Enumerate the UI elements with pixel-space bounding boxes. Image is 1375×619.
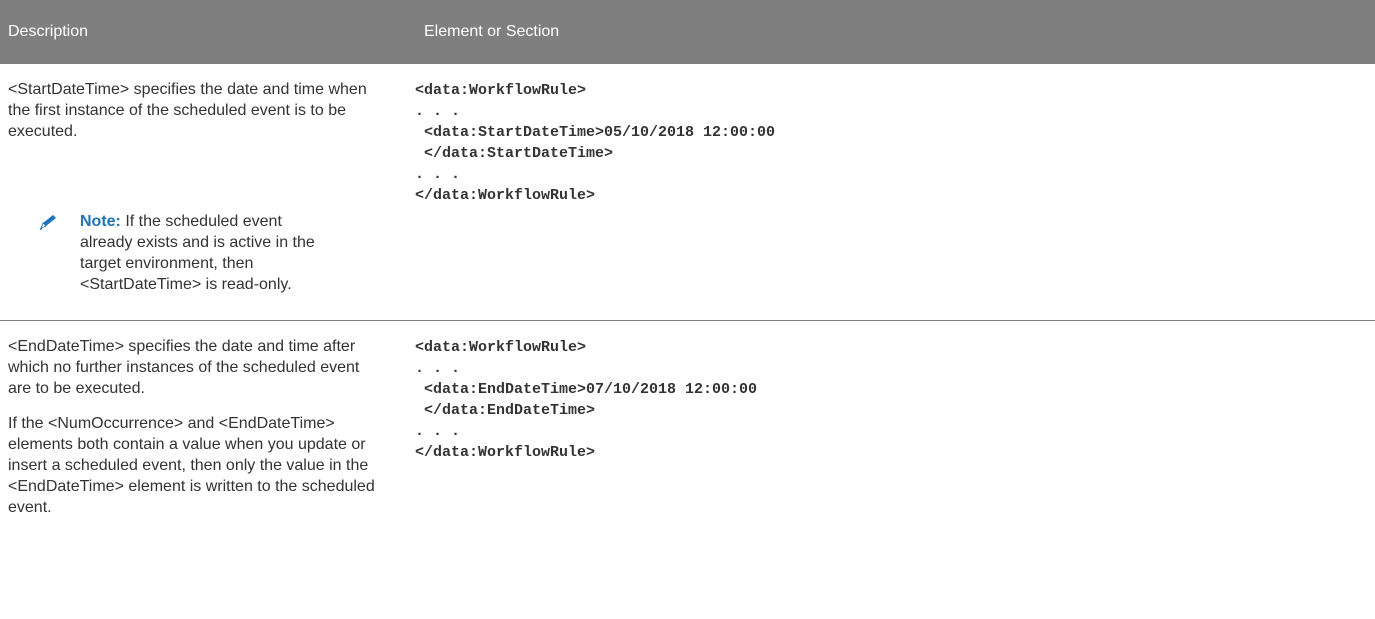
description-paragraph: <StartDateTime> specifies the date and t…: [8, 81, 367, 140]
code-sample: <data:WorkflowRule> . . . <data:EndDateT…: [415, 339, 758, 461]
note-text-rest: already exists and is active in the targ…: [80, 234, 315, 293]
header-element-or-section: Element or Section: [424, 23, 560, 40]
element-description-table: Description Element or Section <StartDat…: [0, 0, 1375, 619]
note-text: Note: If the scheduled event: [40, 211, 350, 232]
table-row: <StartDateTime> specifies the date and t…: [0, 64, 1375, 320]
description-paragraph: If the <NumOccurrence> and <EndDateTime>…: [8, 415, 375, 516]
code-sample: <data:WorkflowRule> . . . <data:StartDat…: [415, 82, 776, 204]
table-header: Description Element or Section: [0, 0, 1375, 64]
description-paragraph: <EndDateTime> specifies the date and tim…: [8, 338, 360, 397]
note-label: Note:: [80, 213, 121, 230]
pencil-icon: [39, 215, 56, 231]
note-text-first: If the scheduled event: [125, 213, 282, 230]
note-callout: Note: If the scheduled event already exi…: [39, 211, 350, 295]
table-row: <EndDateTime> specifies the date and tim…: [0, 320, 1375, 619]
description-cell: <StartDateTime> specifies the date and t…: [8, 79, 378, 156]
description-cell: <EndDateTime> specifies the date and tim…: [8, 336, 378, 532]
header-description: Description: [8, 23, 89, 40]
